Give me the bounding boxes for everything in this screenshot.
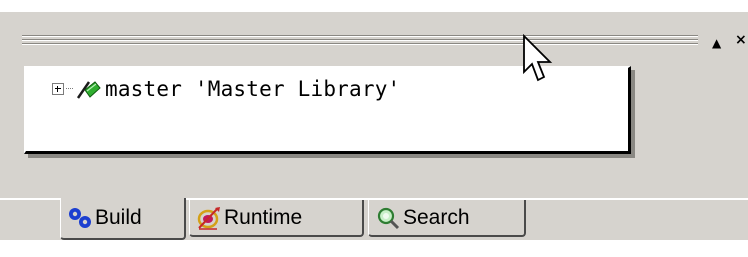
tab-search[interactable]: Search — [368, 200, 526, 237]
expand-icon[interactable] — [52, 83, 64, 95]
runtime-target-icon — [197, 206, 220, 230]
tree-item-master[interactable]: master 'Master Library' — [52, 76, 400, 102]
bottom-margin — [0, 240, 748, 257]
tab-label: Build — [95, 206, 142, 229]
panel-grip-bar[interactable] — [22, 33, 698, 49]
tree-item-label: master 'Master Library' — [105, 77, 401, 101]
tab-runtime[interactable]: Runtime — [189, 200, 364, 237]
mouse-pointer-icon — [523, 34, 553, 82]
close-icon[interactable]: × — [735, 33, 747, 47]
tab-build[interactable]: Build — [60, 198, 186, 240]
tab-label: Search — [403, 205, 470, 229]
library-book-icon — [76, 81, 101, 99]
gears-icon — [69, 208, 91, 228]
tab-label: Runtime — [224, 205, 303, 229]
magnifier-icon — [377, 207, 400, 229]
project-panel: ▲ × master 'Master Library' Build Runtim… — [0, 0, 748, 257]
restore-icon[interactable]: ▲ — [712, 37, 721, 49]
top-margin — [0, 0, 748, 12]
tree-connector — [66, 88, 73, 90]
